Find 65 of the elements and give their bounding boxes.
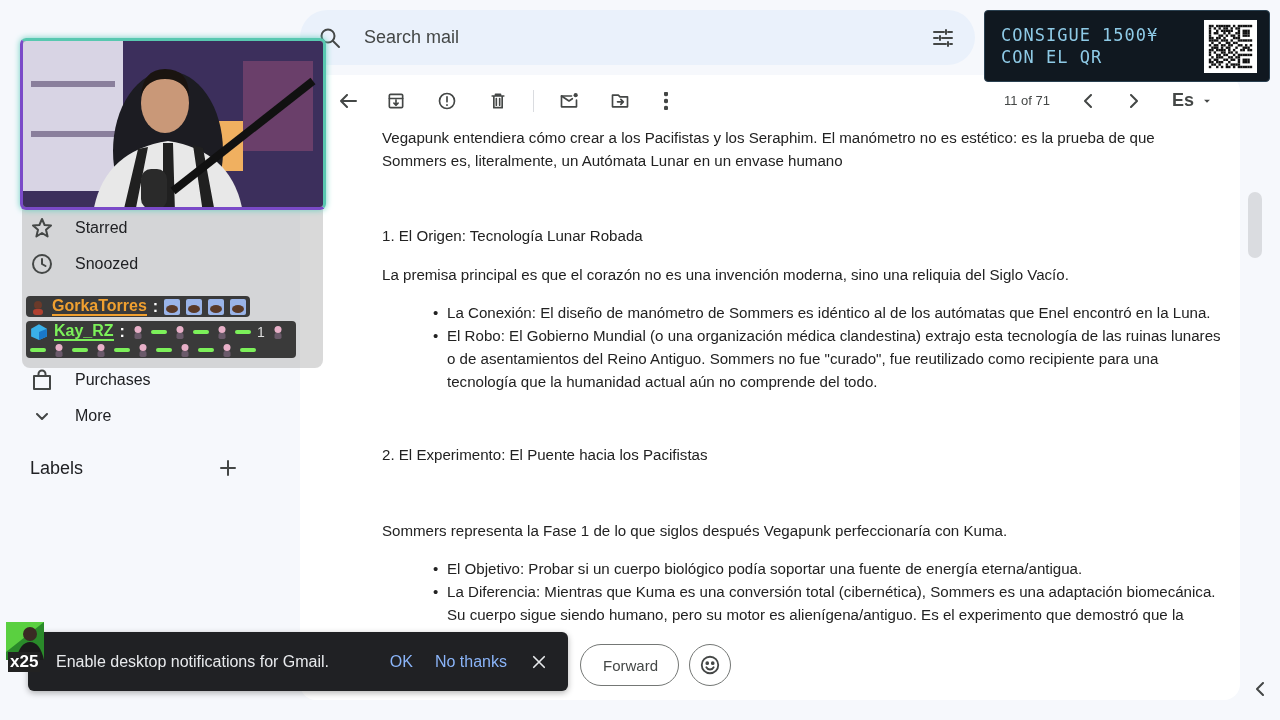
scrollbar-thumb[interactable]	[1248, 192, 1262, 258]
dash-mark	[240, 348, 256, 352]
chat-separator: :	[152, 297, 159, 316]
bullet: •	[433, 303, 439, 323]
paragraph: Vegapunk entendiera cómo crear a los Pacifistas y los Seraphim. El manómetro no es estético: es la prueba de que Sommers es, literalmente, un Autómata Lunar en un envase humano	[382, 128, 1156, 171]
star-icon	[30, 216, 54, 240]
chat-username: Kay_RZ	[54, 322, 114, 341]
dash-mark	[72, 348, 88, 352]
dash-mark	[192, 329, 209, 334]
dash-mark	[234, 329, 251, 334]
qr-code-icon	[1204, 19, 1257, 73]
chevron-down-icon	[36, 412, 48, 420]
emoji-button[interactable]	[689, 644, 731, 686]
paragraph: Sommers representa la Fase 1 de lo que siglos después Vegapunk perfeccionaría con Kuma.	[382, 521, 1009, 541]
dash-mark	[198, 348, 214, 352]
emote-icon	[230, 298, 247, 315]
list-item: La Diferencia: Mientras que Kuma es una conversión total (cibernética), Sommers es una adaptación biomecánica. Su cuerpo sigue siendo humano, pero su motor es alienígena/antiguo. Es el experimento que demostró que la	[447, 582, 1217, 625]
arrow-left-icon	[339, 93, 357, 108]
search-field[interactable]: Search mail	[362, 26, 911, 49]
bag-icon	[30, 368, 54, 392]
chevron-left-icon	[1256, 682, 1264, 696]
bullet: •	[433, 559, 439, 579]
section-heading: 2. El Experimento: El Puente hacia los Pacifistas	[382, 445, 709, 465]
list-item: El Robo: El Gobierno Mundial (o una organización médica clandestina) extrajo esta tecnología de las ruinas lunares o de asentamientos del Reino Antiguo. Sommers no fue "curado", fue reutilizado como recipiente para una tecnología que la humanidad actual aún no comprende del todo.	[447, 326, 1222, 392]
sidebar-item[interactable]: Starred	[0, 210, 260, 246]
list-item: La Conexión: El diseño de manómetro de Sommers es idéntico al de los autómatas que Enel encontró en la Luna.	[447, 303, 1211, 323]
bullet: •	[433, 582, 439, 602]
dash-mark	[150, 329, 167, 334]
chat-username: GorkaTorres	[52, 297, 147, 316]
snackbar-action[interactable]: No thanks	[423, 652, 518, 671]
bullet: •	[433, 326, 439, 346]
section-heading: 1. El Origen: Tecnología Lunar Robada	[382, 226, 644, 246]
emote-icon	[208, 298, 225, 315]
promo-text: CONSIGUE 1500¥	[1001, 24, 1160, 46]
more-icon	[664, 91, 668, 110]
avatar-icon	[30, 298, 46, 315]
emote-icon	[164, 298, 181, 315]
list-item: El Objetivo: Probar si un cuerpo biológico podía soportar una fuente de energía eterna/antigua.	[447, 559, 1083, 579]
dash-mark	[114, 348, 130, 352]
smiley-icon	[699, 654, 721, 676]
show-side-panel-button[interactable]	[1256, 682, 1264, 696]
chevron-right-icon	[1129, 93, 1138, 108]
chat-separator: :	[119, 322, 125, 341]
cube-icon	[30, 322, 48, 341]
promo-text: CON EL QR	[1001, 46, 1104, 68]
envelope-icon	[559, 90, 579, 111]
emote-icon	[186, 298, 203, 315]
paragraph: La premisa principal es que el corazón no es una invención moderna, sino una reliquia del Siglo Vacío.	[382, 265, 1070, 285]
chevron-left-icon	[1083, 93, 1092, 108]
sidebar-item[interactable]: Purchases	[0, 362, 260, 398]
sidebar-item[interactable]: Snoozed	[0, 246, 260, 282]
chat-text: 1	[256, 323, 265, 340]
exclamation-icon	[437, 90, 457, 111]
combo-count: x25	[8, 652, 41, 672]
dash-mark	[30, 348, 46, 352]
labels-heading: Labels	[30, 457, 84, 479]
dash-mark	[156, 348, 172, 352]
snackbar-message: Enable desktop notifications for Gmail.	[56, 652, 331, 671]
message-position: 11 of 71	[1003, 93, 1050, 108]
input-tools-button[interactable]: Es	[1167, 90, 1218, 111]
forward-button[interactable]: Forward	[580, 644, 679, 686]
sidebar-item[interactable]: More	[0, 398, 260, 434]
clock-icon	[30, 252, 54, 276]
snackbar-action[interactable]: OK	[378, 652, 424, 671]
search-bar[interactable]: Search mail	[300, 10, 975, 65]
